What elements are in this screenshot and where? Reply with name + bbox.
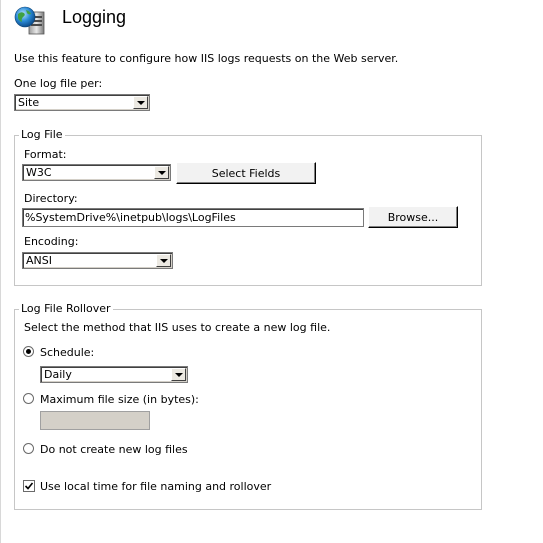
schedule-select[interactable]: Daily — [40, 366, 188, 383]
max-size-label[interactable]: Maximum file size (in bytes): — [40, 393, 199, 406]
checkmark-icon — [24, 482, 34, 490]
log-file-per-value: Site — [18, 96, 40, 109]
format-select[interactable]: W3C — [22, 164, 171, 181]
local-time-checkbox[interactable] — [23, 480, 35, 492]
encoding-value: ANSI — [26, 254, 52, 267]
format-label: Format: — [24, 148, 67, 161]
rollover-group-legend: Log File Rollover — [19, 302, 113, 315]
log-file-per-select[interactable]: Site — [14, 94, 150, 111]
encoding-select[interactable]: ANSI — [22, 252, 173, 269]
no-new-files-radio[interactable] — [23, 443, 34, 454]
chevron-down-icon[interactable] — [156, 254, 171, 267]
schedule-label[interactable]: Schedule: — [40, 346, 94, 359]
schedule-value: Daily — [44, 368, 72, 381]
feature-description: Use this feature to configure how IIS lo… — [14, 52, 399, 65]
format-value: W3C — [26, 166, 52, 179]
directory-label: Directory: — [24, 192, 78, 205]
browse-button[interactable]: Browse... — [368, 206, 458, 228]
directory-input[interactable]: %SystemDrive%\inetpub\logs\LogFiles — [22, 208, 364, 227]
encoding-label: Encoding: — [24, 235, 79, 248]
max-size-radio[interactable] — [23, 393, 34, 404]
local-time-label[interactable]: Use local time for file naming and rollo… — [40, 480, 271, 493]
chevron-down-icon[interactable] — [133, 96, 148, 109]
max-size-input[interactable] — [40, 411, 150, 430]
schedule-radio[interactable] — [23, 346, 34, 357]
log-file-per-label: One log file per: — [14, 77, 103, 90]
page-title: Logging — [62, 7, 127, 27]
directory-value: %SystemDrive%\inetpub\logs\LogFiles — [25, 211, 236, 224]
rollover-instruction: Select the method that IIS uses to creat… — [24, 321, 331, 334]
log-file-group-legend: Log File — [19, 128, 65, 141]
chevron-down-icon[interactable] — [171, 368, 186, 381]
select-fields-button[interactable]: Select Fields — [176, 162, 316, 184]
chevron-down-icon[interactable] — [154, 166, 169, 179]
globe-server-icon — [13, 6, 47, 36]
left-border — [0, 0, 1, 543]
no-new-files-label[interactable]: Do not create new log files — [40, 443, 188, 456]
